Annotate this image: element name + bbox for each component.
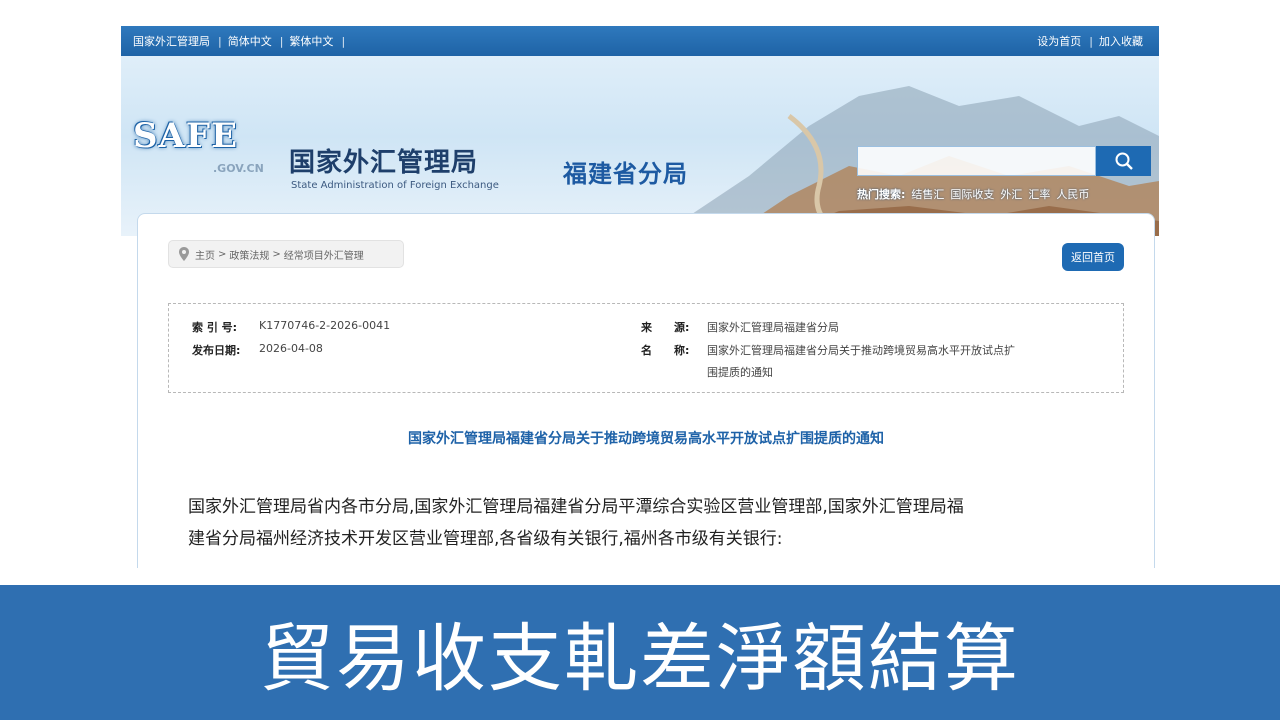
caption-bar: 貿易收支軋差淨額結算 xyxy=(0,585,1280,720)
date-label: 发布日期: xyxy=(192,344,241,357)
breadcrumb-current-account[interactable]: 经常项目外汇管理 xyxy=(284,247,364,262)
hot-term[interactable]: 人民币 xyxy=(1056,188,1089,201)
hot-term[interactable]: 外汇 xyxy=(1000,188,1022,201)
search-box xyxy=(857,146,1151,176)
name-value-line2: 围提质的通知 xyxy=(707,366,773,379)
top-right-links: 设为首页 | 加入收藏 xyxy=(1037,33,1149,49)
source-label: 来 源: xyxy=(641,321,690,334)
logo-domain: .GOV.CN xyxy=(213,162,264,175)
source-value: 国家外汇管理局福建省分局 xyxy=(707,321,839,334)
breadcrumb-separator: > xyxy=(272,248,281,260)
search-button[interactable] xyxy=(1096,146,1151,176)
body-line: 建省分局福州经济技术开发区营业管理部,各省级有关银行,福州各市级有关银行: xyxy=(188,529,783,549)
body-line: 国家外汇管理局省内各市分局,国家外汇管理局福建省分局平潭综合实验区营业管理部,国… xyxy=(188,497,964,517)
link-safe-home[interactable]: 国家外汇管理局 xyxy=(133,35,210,48)
top-bar: 国家外汇管理局 | 简体中文 | 繁体中文 | 设为首页 | 加入收藏 xyxy=(121,26,1159,56)
index-label: 索 引 号: xyxy=(192,321,238,334)
org-name-en: State Administration of Foreign Exchange xyxy=(291,180,499,191)
top-links: 国家外汇管理局 | 简体中文 | 繁体中文 | xyxy=(133,33,351,49)
link-simplified-chinese[interactable]: 简体中文 xyxy=(228,35,272,48)
caption-text: 貿易收支軋差淨額結算 xyxy=(260,616,1020,702)
top-sep: | xyxy=(1089,35,1093,48)
document-body: 国家外汇管理局省内各市分局,国家外汇管理局福建省分局平潭综合实验区营业管理部,国… xyxy=(188,491,1108,555)
top-sep: | xyxy=(218,35,222,48)
link-traditional-chinese[interactable]: 繁体中文 xyxy=(289,35,333,48)
breadcrumb-policy[interactable]: 政策法规 xyxy=(229,247,269,262)
header-banner: SAFE .GOV.CN 国家外汇管理局 State Administratio… xyxy=(121,56,1159,236)
hot-search-label: 热门搜索: xyxy=(857,188,906,201)
hot-search: 热门搜索: 结售汇 国际收支 外汇 汇率 人民币 xyxy=(857,186,1089,202)
content-panel: 主页 > 政策法规 > 经常项目外汇管理 返回首页 索 引 号: K177074… xyxy=(137,213,1155,568)
add-favorite-link[interactable]: 加入收藏 xyxy=(1099,35,1143,48)
hot-term[interactable]: 汇率 xyxy=(1028,188,1050,201)
set-home-link[interactable]: 设为首页 xyxy=(1037,35,1081,48)
org-name-cn: 国家外汇管理局 xyxy=(289,148,479,178)
document-meta-box: 索 引 号: K1770746-2-2026-0041 发布日期: 2026-0… xyxy=(168,303,1124,393)
document-title: 国家外汇管理局福建省分局关于推动跨境贸易高水平开放试点扩围提质的通知 xyxy=(408,431,884,447)
location-pin-icon xyxy=(179,247,189,261)
index-value: K1770746-2-2026-0041 xyxy=(259,319,391,332)
back-home-button[interactable]: 返回首页 xyxy=(1062,243,1124,271)
safe-logo[interactable]: SAFE .GOV.CN xyxy=(133,116,264,175)
search-input[interactable] xyxy=(857,146,1096,176)
date-value: 2026-04-08 xyxy=(259,342,323,355)
breadcrumb-separator: > xyxy=(218,248,227,260)
hot-term[interactable]: 结售汇 xyxy=(911,188,944,201)
name-value-line1: 国家外汇管理局福建省分局关于推动跨境贸易高水平开放试点扩 xyxy=(707,344,1015,357)
logo-text: SAFE xyxy=(133,116,238,156)
search-icon xyxy=(1115,152,1133,170)
website-screenshot: 国家外汇管理局 | 简体中文 | 繁体中文 | 设为首页 | 加入收藏 SAFE .GOV.C… xyxy=(121,26,1159,568)
breadcrumb-home[interactable]: 主页 xyxy=(195,247,215,262)
breadcrumb: 主页 > 政策法规 > 经常项目外汇管理 xyxy=(168,240,404,268)
name-label: 名 称: xyxy=(641,344,690,357)
hot-term[interactable]: 国际收支 xyxy=(950,188,994,201)
top-sep: | xyxy=(279,35,284,48)
top-sep: | xyxy=(341,35,346,48)
branch-name: 福建省分局 xyxy=(563,160,688,188)
